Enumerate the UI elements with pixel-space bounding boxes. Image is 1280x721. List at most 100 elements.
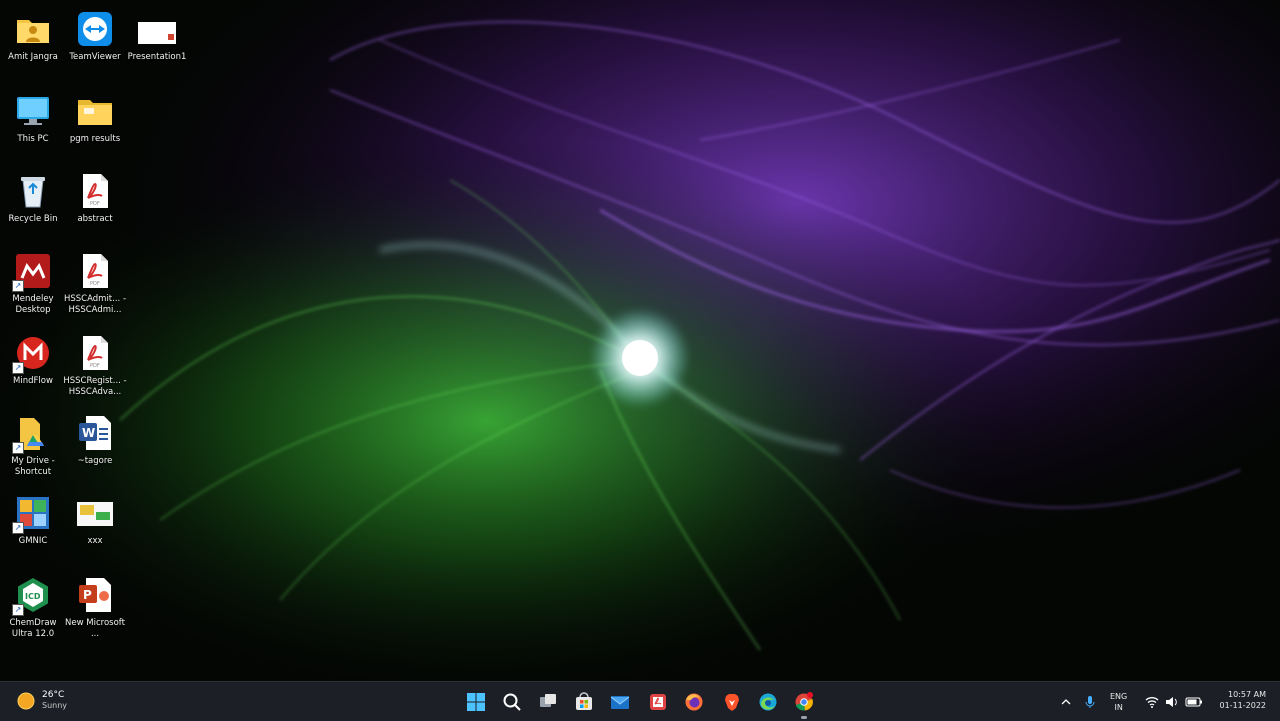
taskbar: 26°C Sunny ENG IN 10:57 AM 01-11-2022 [0,681,1280,721]
desktop-icon-pgm-results[interactable]: pgm results [62,88,128,168]
desktop-icon-this-pc[interactable]: This PC [0,88,66,168]
desktop-icon-my-drive[interactable]: ↗ My Drive - Shortcut [0,410,66,490]
desktop-icon-hsscadmit[interactable]: PDF HSSCAdmit... - HSSCAdmi... [62,248,128,328]
pdf-file-icon: PDF [76,334,114,372]
chrome-icon [795,692,813,711]
shortcut-arrow-icon: ↗ [12,280,24,292]
speaker-icon[interactable] [1165,696,1179,708]
desktop-icon-label: HSSCAdmit... - HSSCAdmi... [63,294,127,315]
shortcut-arrow-icon: ↗ [12,604,24,616]
desktop-icon-label: This PC [17,134,49,144]
edge-button[interactable] [755,689,781,715]
desktop-icon-gmnic[interactable]: ↗ GMNIC [0,490,66,570]
battery-icon[interactable] [1185,697,1203,707]
user-folder-icon [14,10,52,48]
desktop-icon-mendeley[interactable]: ↗ Mendeley Desktop [0,248,66,328]
desktop-icon-hsscregist[interactable]: PDF HSSCRegist... - HSSCAdva... [62,330,128,410]
desktop-icon-amit-jangra[interactable]: Amit Jangra [0,6,66,86]
desktop-icon-label: Amit Jangra [8,52,58,62]
brave-button[interactable] [719,689,745,715]
teamviewer-icon [76,10,114,48]
desktop-icon-new-microsoft[interactable]: P New Microsoft ... [62,572,128,652]
firefox-icon [685,693,703,711]
weather-temperature: 26°C [42,690,65,700]
desktop-icon-label: abstract [77,214,113,224]
language-code: ENG [1110,691,1128,701]
brave-icon [725,694,739,711]
word-file-icon: W [76,414,114,452]
desktop-icon-label: Mendeley Desktop [12,294,54,315]
desktop-icon-recycle-bin[interactable]: Recycle Bin [0,168,66,248]
microphone-icon[interactable] [1084,695,1096,709]
windows-logo-icon [467,693,485,711]
svg-text:PDF: PDF [90,201,100,207]
pdf-file-icon: PDF [76,172,114,210]
system-tray: ENG IN [1060,682,1203,721]
edge-icon [759,693,777,711]
desktop-icon-label: My Drive - Shortcut [11,456,55,477]
task-view-icon [540,694,556,707]
firefox-button[interactable] [681,689,707,715]
pdf-file-icon: PDF [76,252,114,290]
monitor-icon [14,92,52,130]
gmnic-icon: ↗ [12,494,52,534]
google-drive-icon: ↗ [12,414,52,454]
desktop-icon-xxx[interactable]: xxx [62,490,128,570]
image-file-icon [76,494,114,532]
desktop-icon-presentation1[interactable]: Presentation1 [124,6,190,86]
microsoft-store-button[interactable] [571,689,597,715]
shortcut-arrow-icon: ↗ [12,522,24,534]
desktop-icon-label: New Microsoft ... [65,618,125,639]
svg-text:PDF: PDF [90,281,100,287]
weather-widget[interactable]: 26°C Sunny [16,690,67,711]
desktop-icon-chemdraw[interactable]: ICD ↗ ChemDraw Ultra 12.0 [0,572,66,652]
clock-date: 01-11-2022 [1219,701,1267,710]
mindflow-icon: ↗ [12,334,52,374]
recycle-bin-icon [14,172,52,210]
pdf-app-icon [650,694,666,710]
language-indicator[interactable]: ENG IN [1110,691,1127,713]
desktop-icon-label: GMNIC [18,536,48,546]
desktop-icon-teamviewer[interactable]: TeamViewer [62,6,128,86]
desktop-icon-label: TeamViewer [69,52,121,62]
desktop-icon-label: ChemDraw Ultra 12.0 [9,618,57,639]
desktop-icon-label: pgm results [69,134,121,144]
svg-text:ICD: ICD [25,592,41,601]
desktop-wallpaper [0,0,1280,680]
start-button[interactable] [463,689,489,715]
desktop-icon-label: ~tagore [77,456,113,466]
desktop-icon-abstract[interactable]: PDF abstract [62,168,128,248]
desktop-icon-label: MindFlow [13,376,53,386]
desktop-icon-label: Presentation1 [127,52,187,62]
powerpoint-file-icon: P [76,576,114,614]
search-button[interactable] [499,689,525,715]
chemdraw-icon: ICD ↗ [12,576,52,616]
svg-text:PDF: PDF [90,363,100,369]
clock[interactable]: 10:57 AM 01-11-2022 [1220,689,1267,711]
wifi-icon[interactable] [1145,696,1159,708]
desktop-icon-mindflow[interactable]: ↗ MindFlow [0,330,66,410]
desktop-icon-label: Recycle Bin [8,214,58,224]
search-icon [503,693,521,711]
weather-condition: Sunny [42,701,68,710]
chrome-button[interactable] [791,689,817,715]
clock-time: 10:57 AM [1228,690,1266,699]
running-indicator [801,716,807,719]
folder-icon [76,92,114,130]
sun-icon [17,692,35,709]
shortcut-arrow-icon: ↗ [12,362,24,374]
region-code: IN [1114,702,1123,712]
pdf-reader-button[interactable] [645,689,671,715]
store-icon [576,692,592,710]
mail-button[interactable] [607,689,633,715]
shortcut-arrow-icon: ↗ [12,442,24,454]
mail-icon [610,696,630,709]
mendeley-icon: ↗ [12,252,52,292]
desktop-icon-label: HSSCRegist... - HSSCAdva... [63,376,127,397]
svg-text:W: W [82,426,95,440]
desktop-icon-tagore[interactable]: W ~tagore [62,410,128,490]
chevron-up-icon[interactable] [1060,696,1072,708]
task-view-button[interactable] [535,689,561,715]
svg-text:P: P [83,588,92,602]
desktop-icon-label: xxx [87,536,103,546]
